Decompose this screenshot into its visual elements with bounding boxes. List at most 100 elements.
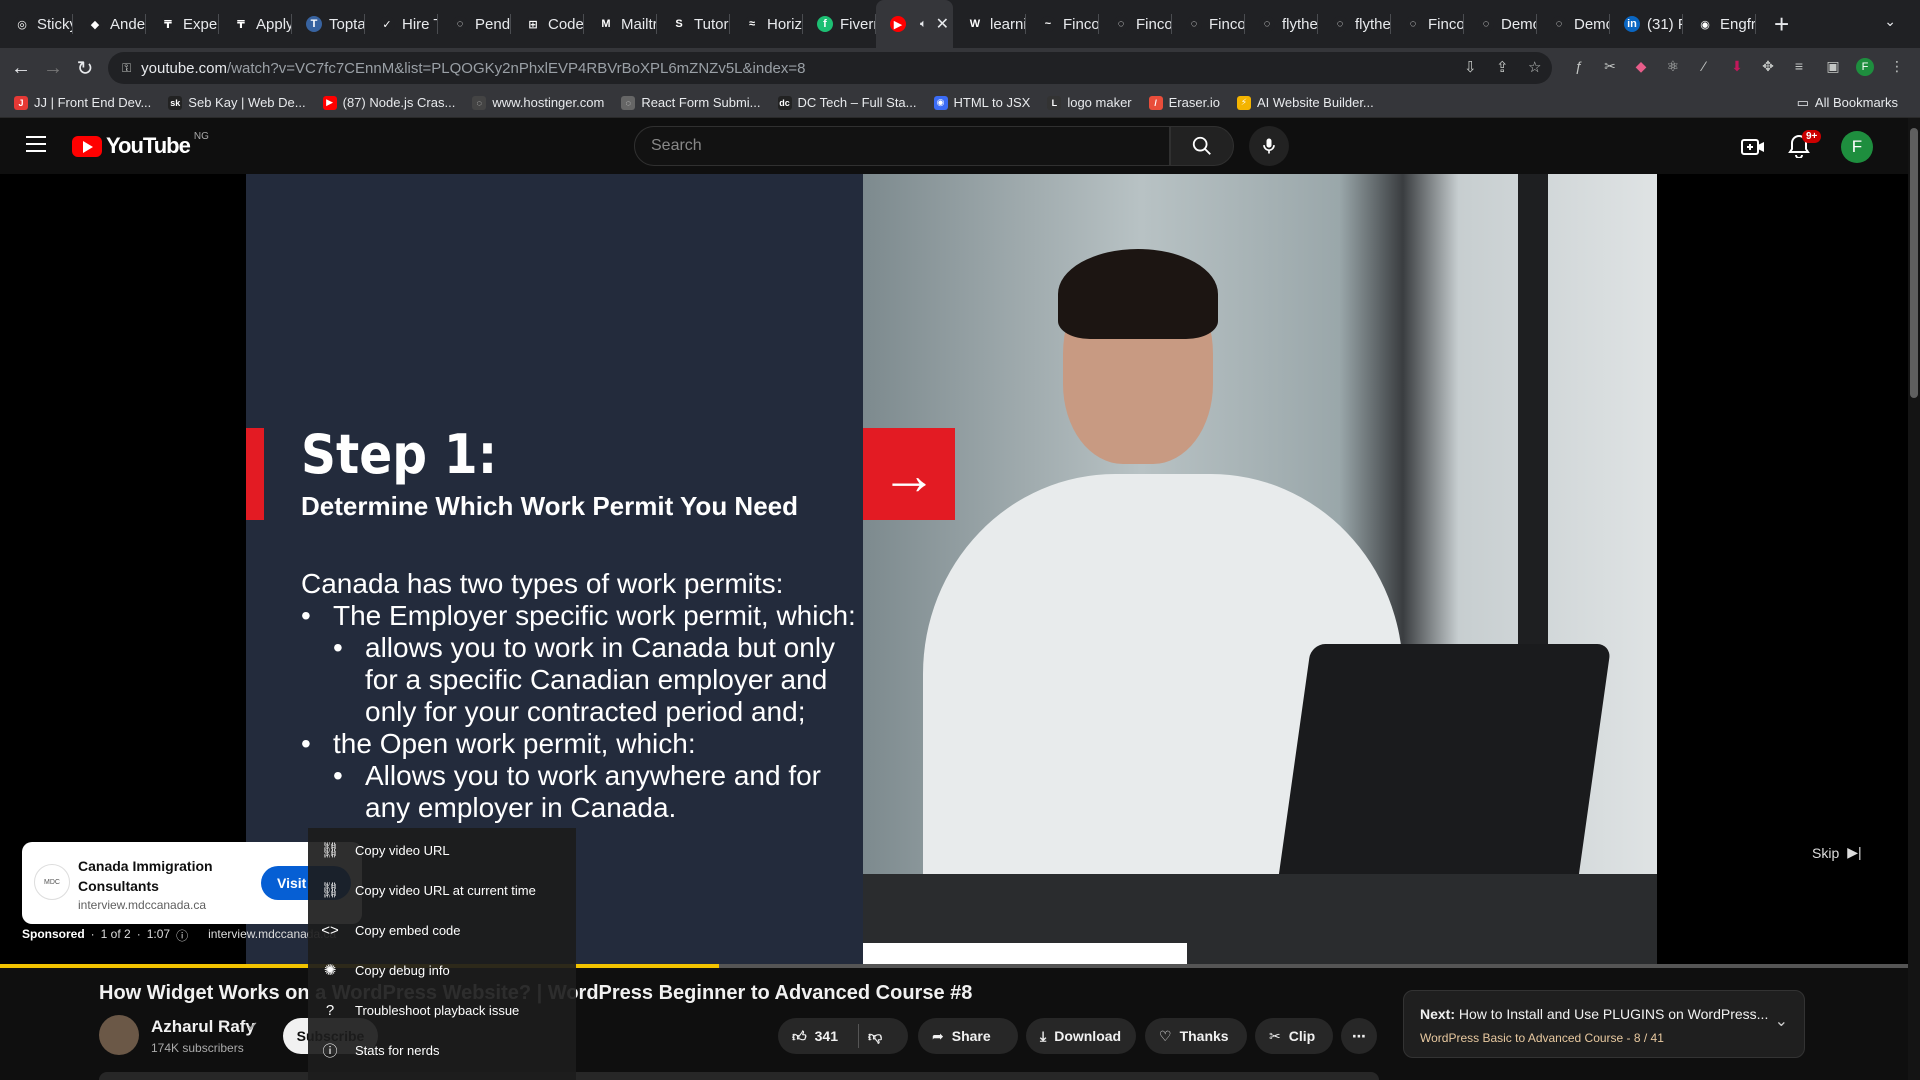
browser-tab[interactable]: ✓ Hire T <box>365 0 438 48</box>
tab-label: learni <box>990 15 1026 33</box>
account-avatar[interactable]: F <box>1841 131 1873 163</box>
browser-tab[interactable]: ◉ Engfr <box>1683 0 1756 48</box>
menu-icon[interactable] <box>26 136 46 152</box>
chevron-down-icon[interactable]: ⌄ <box>1775 1011 1788 1031</box>
tab-label: flythe <box>1355 15 1391 33</box>
all-bookmarks-button[interactable]: ▭ All Bookmarks <box>1797 95 1898 111</box>
browser-tab[interactable]: ▶ 🔈︎ ✕ <box>876 0 953 48</box>
side-panel-icon[interactable]: ▣ <box>1824 58 1842 76</box>
browser-tab[interactable]: ₸ Apply <box>219 0 292 48</box>
channel-name[interactable]: Azharul Rafy <box>151 1017 255 1037</box>
skip-ad-button[interactable]: Skip ▶| <box>1812 844 1862 861</box>
scrollbar-thumb[interactable] <box>1910 128 1918 398</box>
bookmark-item[interactable]: ▶ (87) Node.js Cras... <box>322 95 455 110</box>
download-button[interactable]: ⤓ Download <box>1026 1018 1136 1054</box>
tab-label: Fiverr <box>840 15 876 33</box>
profile-avatar[interactable]: F <box>1856 58 1874 76</box>
search-input[interactable]: Search <box>634 126 1170 166</box>
share-page-icon[interactable]: ⇪ <box>1496 58 1509 76</box>
browser-tab[interactable]: ⊞ Coder <box>511 0 584 48</box>
page-scrollbar[interactable] <box>1908 118 1920 1080</box>
extension-react-icon[interactable]: ⚛ <box>1664 58 1682 76</box>
extension-color-icon[interactable]: ◆ <box>1632 58 1650 76</box>
context-menu-item[interactable]: ⛓ Copy video URL at current time <box>308 870 576 910</box>
browser-tab[interactable]: ◌ Demo <box>1537 0 1610 48</box>
browser-tab[interactable]: in (31) F <box>1610 0 1683 48</box>
browser-tab[interactable]: ◌ Fincor <box>1099 0 1172 48</box>
bookmark-item[interactable]: ⚡ AI Website Builder... <box>1236 95 1374 110</box>
create-video-button[interactable] <box>1741 136 1765 163</box>
dislike-button[interactable]: 👎︎ <box>868 1028 882 1045</box>
thanks-button[interactable]: ♡ Thanks <box>1145 1018 1247 1054</box>
browser-tab[interactable]: ◌ Fincor <box>1391 0 1464 48</box>
video-player[interactable]: Step 1: Determine Which Work Permit You … <box>0 174 1908 966</box>
back-icon[interactable]: ← <box>10 57 32 80</box>
bookmark-item[interactable]: dc DC Tech – Full Sta... <box>777 95 917 110</box>
close-tab-icon[interactable]: ✕ <box>936 14 949 34</box>
bookmark-item[interactable]: Llogo maker <box>1047 95 1132 110</box>
share-button[interactable]: ➦ Share <box>918 1018 1018 1054</box>
extension-scissors-icon[interactable]: ✂ <box>1601 58 1619 76</box>
extension-pen-icon[interactable]: ⁄ <box>1695 58 1713 76</box>
browser-menu-icon[interactable]: ⋮ <box>1888 58 1906 76</box>
bookmark-star-icon[interactable]: ☆ <box>1528 58 1541 76</box>
bookmark-item[interactable]: ◌ React Form Submi... <box>621 95 761 110</box>
browser-tab[interactable]: ◌ flythe <box>1245 0 1318 48</box>
extension-download-icon[interactable]: ⬇ <box>1728 58 1746 76</box>
channel-avatar[interactable] <box>99 1015 139 1055</box>
new-tab-button[interactable]: + <box>1774 9 1789 40</box>
site-info-icon[interactable]: ⚿ <box>122 61 131 76</box>
bookmark-item[interactable]: / Eraser.io <box>1148 95 1220 110</box>
browser-tab[interactable]: ◌ Pendi <box>438 0 511 48</box>
extensions-puzzle-icon[interactable]: ✥ <box>1759 58 1777 76</box>
clip-button[interactable]: ✂ Clip <box>1255 1018 1333 1054</box>
reload-icon[interactable]: ↻ <box>74 56 96 81</box>
extension-function-icon[interactable]: ƒ <box>1570 58 1588 76</box>
forward-icon[interactable]: → <box>42 57 64 80</box>
logo-text: YouTube <box>106 133 191 158</box>
bookmark-favicon-icon: ◌ <box>621 95 636 110</box>
tab-label: Andel <box>110 15 146 33</box>
man-hair <box>1058 249 1218 339</box>
reading-list-icon[interactable]: ≡ <box>1790 58 1808 76</box>
bookmark-item[interactable]: J JJ | Front End Dev... <box>14 95 151 110</box>
context-menu-item[interactable]: ✺ Copy debug info <box>308 950 576 990</box>
browser-tab[interactable]: ≈ Horizo <box>730 0 803 48</box>
audio-playing-icon[interactable]: 🔈︎ <box>920 18 927 31</box>
browser-tab[interactable]: T Toptal <box>292 0 365 48</box>
browser-tab[interactable]: ~ Fincor <box>1026 0 1099 48</box>
browser-tab[interactable]: ◆ Andel <box>73 0 146 48</box>
search-button[interactable] <box>1170 126 1234 166</box>
voice-search-button[interactable] <box>1249 126 1289 166</box>
bookmark-item[interactable]: sk Seb Kay | Web De... <box>168 95 306 110</box>
youtube-logo[interactable]: YouTube NG <box>72 131 209 159</box>
video-progress-bar[interactable] <box>0 964 1908 968</box>
more-actions-button[interactable]: ⋯ <box>1341 1018 1377 1054</box>
browser-tab[interactable]: Wlearni <box>953 0 1026 48</box>
context-menu-item[interactable]: ⓘ Stats for nerds <box>308 1030 576 1070</box>
browser-tab[interactable]: S Tutori <box>657 0 730 48</box>
ad-title: Canada Immigration Consultants <box>78 858 213 894</box>
bookmark-item[interactable]: ◌ www.hostinger.com <box>472 95 604 110</box>
browser-tab[interactable]: M Mailtr <box>584 0 657 48</box>
browser-tab[interactable]: ₸ Expert <box>146 0 219 48</box>
address-bar[interactable]: ⚿ youtube.com/watch?v=VC7fc7CEnnM&list=P… <box>108 52 1552 84</box>
like-button[interactable]: 👍︎ 341 👎︎ <box>778 1018 908 1054</box>
context-menu-item[interactable]: ⛓ Copy video URL <box>308 830 576 870</box>
browser-tab[interactable]: ◌ Fincor <box>1172 0 1245 48</box>
install-icon[interactable]: ⇩ <box>1464 58 1477 76</box>
browser-tab[interactable]: f Fiverr <box>803 0 876 48</box>
tab-search-icon[interactable]: ⌄ <box>1884 13 1896 30</box>
up-next-card[interactable]: Next: How to Install and Use PLUGINS on … <box>1403 990 1805 1058</box>
bookmark-item[interactable]: ◉ HTML to JSX <box>933 95 1030 110</box>
context-menu-item[interactable]: ? Troubleshoot playback issue <box>308 990 576 1030</box>
context-menu-item[interactable]: <> Copy embed code <box>308 910 576 950</box>
context-menu-label: Copy debug info <box>355 962 450 978</box>
browser-tab[interactable]: ◌ flythe <box>1318 0 1391 48</box>
slide-intro: Canada has two types of work permits: <box>301 568 784 599</box>
browser-tab[interactable]: ◌ Demo <box>1464 0 1537 48</box>
browser-tab[interactable]: ◎ Sticky <box>0 0 73 48</box>
tab-favicon-icon: ◎ <box>14 16 30 32</box>
ad-info-icon[interactable]: ⓘ <box>176 927 188 944</box>
search-icon <box>1192 136 1211 155</box>
